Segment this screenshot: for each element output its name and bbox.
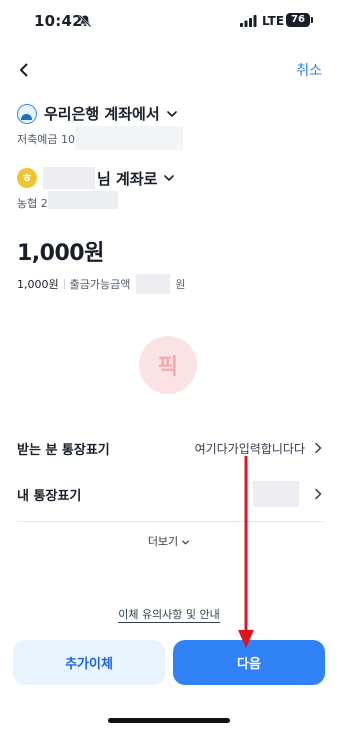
status-time: 10:42 bbox=[34, 12, 83, 30]
chevron-down-icon bbox=[166, 110, 177, 117]
bell-mute-icon bbox=[78, 14, 92, 28]
receiver-memo-label: 받는 분 통장표기 bbox=[17, 442, 110, 458]
my-memo-label: 내 통장표기 bbox=[17, 488, 82, 504]
watermark-logo: 픽 bbox=[139, 336, 197, 394]
status-bar: 10:42 LTE 76 bbox=[0, 0, 338, 44]
masked-recipient-name bbox=[43, 167, 95, 189]
back-button[interactable] bbox=[12, 58, 36, 82]
home-indicator bbox=[108, 718, 230, 723]
battery-tip bbox=[311, 17, 313, 23]
receiver-memo-value: 여기다가입력합니다다 bbox=[194, 441, 305, 456]
masked-account-number bbox=[75, 126, 183, 150]
additional-transfer-button[interactable]: 추가이체 bbox=[13, 640, 165, 685]
recipient-bank-logo-icon: ㅎ bbox=[17, 168, 37, 188]
network-label: LTE bbox=[262, 14, 285, 28]
woori-bank-logo-icon bbox=[17, 103, 37, 124]
chevron-right-icon bbox=[315, 442, 322, 454]
masked-my-memo-value bbox=[253, 481, 299, 507]
from-account-selector[interactable]: 우리은행 계좌에서 bbox=[17, 103, 178, 124]
notice-link-label: 이체 유의사항 및 안내 bbox=[118, 608, 220, 623]
amount-summary: 1,000원 출금가능금액 원 bbox=[17, 274, 185, 294]
section-divider bbox=[17, 521, 323, 522]
to-account-title: 님 계좌로 bbox=[97, 169, 158, 188]
to-account-number: 농협 2 bbox=[17, 197, 48, 210]
available-balance-unit: 원 bbox=[175, 278, 186, 291]
cancel-button[interactable]: 취소 bbox=[296, 60, 322, 80]
battery-icon: 76 bbox=[286, 13, 310, 27]
divider bbox=[63, 279, 65, 289]
masked-available-balance bbox=[136, 274, 171, 294]
my-memo-row[interactable]: 내 통장표기 bbox=[17, 481, 323, 507]
receiver-memo-row[interactable]: 받는 분 통장표기 여기다가입력합니다다 bbox=[17, 436, 323, 460]
to-account-selector[interactable]: ㅎ 님 계좌로 bbox=[17, 167, 175, 189]
transfer-amount[interactable]: 1,000원 bbox=[17, 235, 104, 267]
more-button[interactable]: 더보기 bbox=[0, 533, 338, 549]
transfer-notice-link[interactable]: 이체 유의사항 및 안내 bbox=[0, 606, 338, 623]
chevron-down-icon bbox=[164, 175, 175, 181]
more-label: 더보기 bbox=[147, 535, 179, 548]
available-balance-label: 출금가능금액 bbox=[69, 278, 131, 291]
annotation-arrow-icon bbox=[238, 456, 254, 648]
from-account-number: 저축예금 10 bbox=[17, 133, 75, 146]
amount-summary-value: 1,000원 bbox=[17, 278, 59, 291]
signal-icon bbox=[240, 15, 257, 27]
from-account-title: 우리은행 계좌에서 bbox=[44, 105, 160, 123]
chevron-down-icon bbox=[182, 540, 190, 544]
masked-recipient-account bbox=[48, 191, 118, 209]
chevron-left-icon bbox=[20, 63, 28, 77]
chevron-right-icon bbox=[315, 488, 322, 500]
